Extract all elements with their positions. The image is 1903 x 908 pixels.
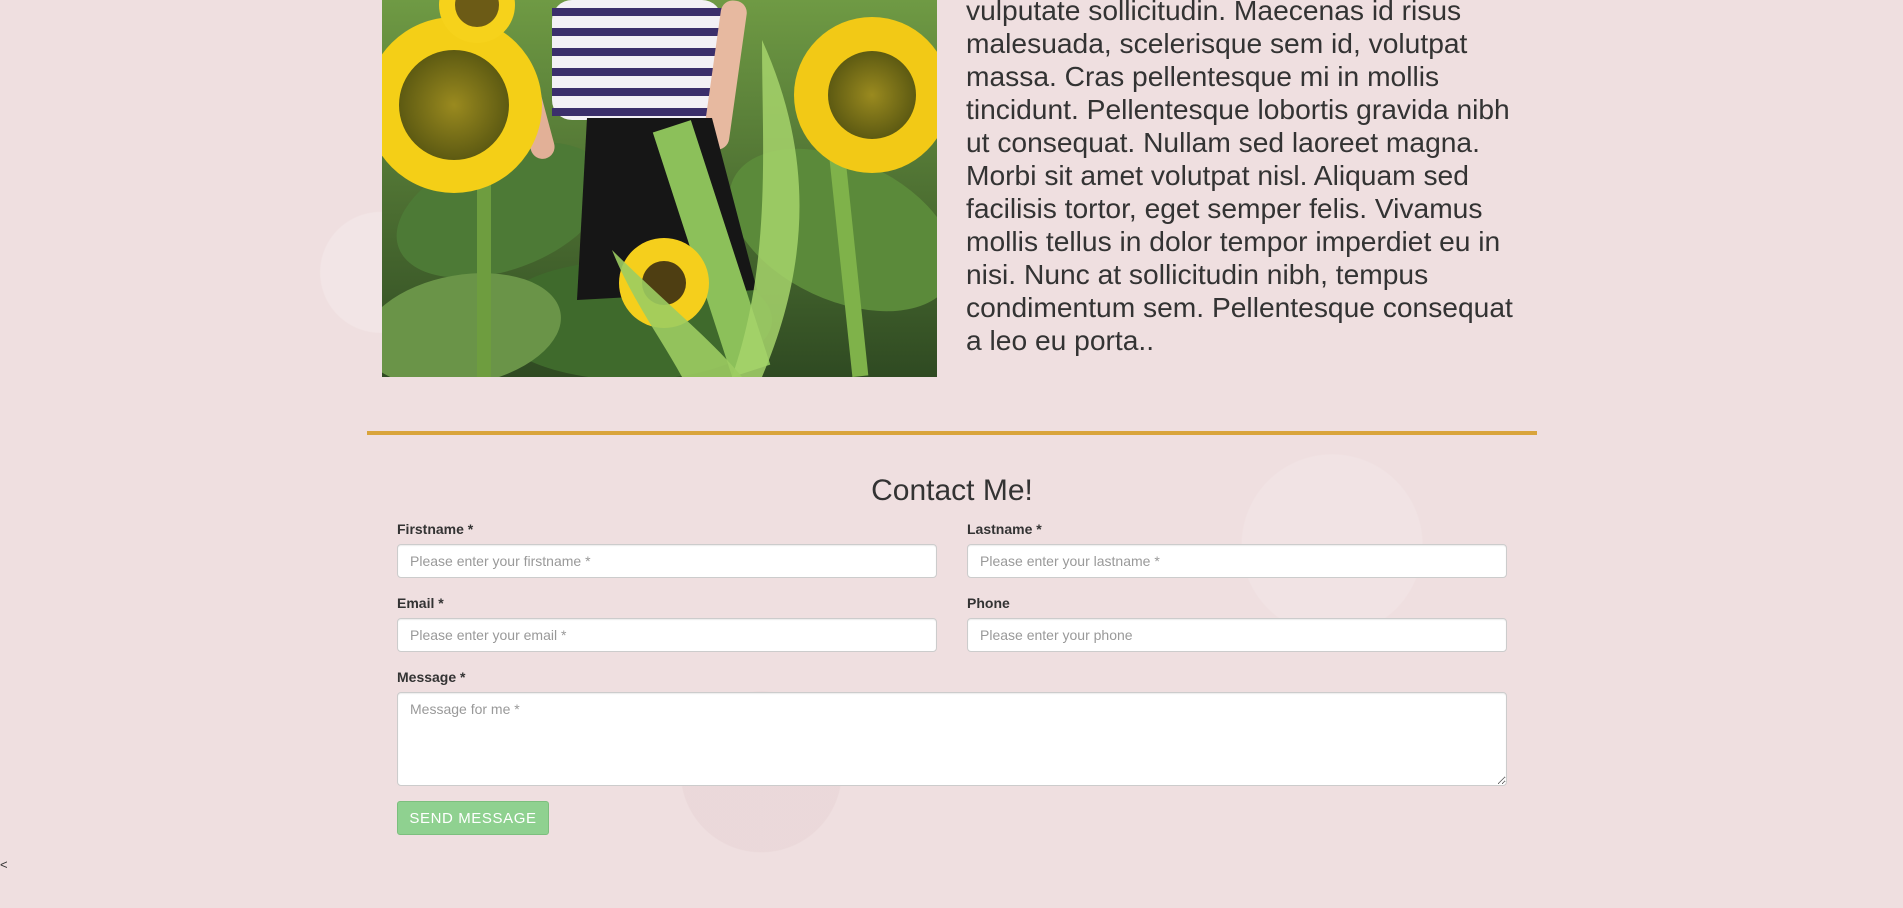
sunflower-photo-graphic [382, 0, 937, 377]
send-message-button[interactable]: Send message [397, 801, 549, 835]
section-divider [367, 431, 1537, 435]
lastname-input[interactable] [967, 544, 1507, 578]
sunflower-photo [382, 0, 937, 377]
firstname-input[interactable] [397, 544, 937, 578]
back-caret-link[interactable]: < [0, 857, 8, 872]
phone-input[interactable] [967, 618, 1507, 652]
lastname-label: Lastname * [967, 521, 1042, 537]
message-textarea[interactable] [397, 692, 1507, 786]
contact-title: Contact Me! [871, 474, 1033, 507]
about-paragraph: vulputate sollicitudin. Maecenas id risu… [966, 0, 1513, 356]
page: vulputate sollicitudin. Maecenas id risu… [0, 0, 1903, 908]
message-label: Message * [397, 669, 466, 685]
email-label: Email * [397, 595, 444, 611]
firstname-label: Firstname * [397, 521, 474, 537]
phone-label: Phone [967, 595, 1010, 611]
email-input[interactable] [397, 618, 937, 652]
